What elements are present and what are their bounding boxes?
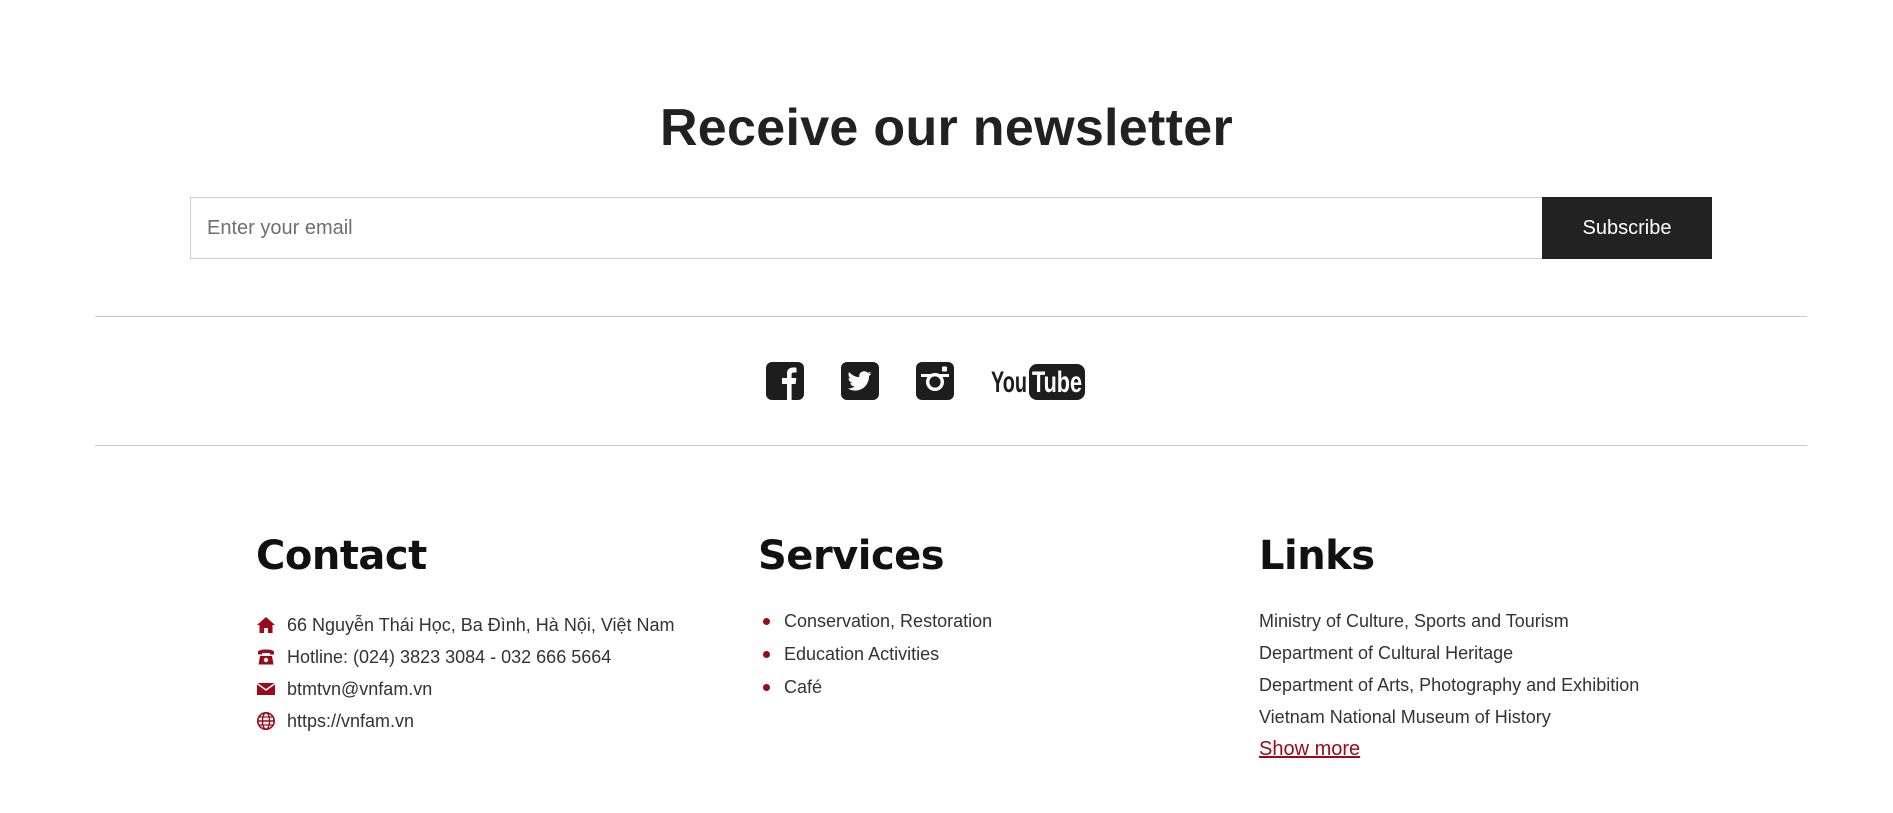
- services-heading: Services: [758, 533, 945, 579]
- service-label: Café: [784, 677, 823, 697]
- list-item: Department of Cultural Heritage: [1259, 637, 1799, 669]
- facebook-link[interactable]: [766, 360, 804, 402]
- bullet: [763, 618, 770, 625]
- list-item: Ministry of Culture, Sports and Tourism: [1259, 605, 1799, 637]
- divider: [95, 316, 1807, 317]
- contact-list: 66 Nguyễn Thái Học, Ba Đình, Hà Nội, Việ…: [256, 609, 816, 737]
- youtube-link[interactable]: You Tube: [991, 360, 1085, 402]
- phone-icon: [256, 647, 276, 667]
- bullet: [763, 684, 770, 691]
- email-input[interactable]: [190, 197, 1542, 259]
- newsletter-title: Receive our newsletter: [659, 99, 1234, 157]
- link-arts-photography[interactable]: Department of Arts, Photography and Exhi…: [1259, 675, 1639, 695]
- contact-website: https://vnfam.vn: [256, 705, 816, 737]
- instagram-link[interactable]: [916, 360, 954, 402]
- link-national-museum-history[interactable]: Vietnam National Museum of History: [1259, 707, 1551, 727]
- bullet: [763, 651, 770, 658]
- contact-hotline-text: Hotline: (024) 3823 3084 - 032 666 5664: [287, 646, 612, 667]
- link-ministry-culture[interactable]: Ministry of Culture, Sports and Tourism: [1259, 611, 1569, 631]
- contact-address-text: 66 Nguyễn Thái Học, Ba Đình, Hà Nội, Việ…: [287, 614, 675, 635]
- youtube-icon: You Tube: [991, 364, 1085, 400]
- contact-address: 66 Nguyễn Thái Học, Ba Đình, Hà Nội, Việ…: [256, 609, 816, 641]
- contact-heading: Contact: [256, 533, 427, 579]
- subscribe-button[interactable]: Subscribe: [1542, 197, 1712, 259]
- links-list: Ministry of Culture, Sports and Tourism …: [1259, 605, 1799, 733]
- service-label: Education Activities: [784, 644, 940, 664]
- service-label: Conservation, Restoration: [784, 611, 993, 631]
- links-column: Links Ministry of Culture, Sports and To…: [1259, 525, 1639, 760]
- youtube-text-tube: Tube: [1032, 366, 1082, 399]
- globe-icon: [256, 711, 276, 731]
- instagram-icon: [916, 362, 954, 400]
- list-item: Vietnam National Museum of History: [1259, 701, 1799, 733]
- list-item[interactable]: Education Activities: [758, 638, 1178, 671]
- links-heading: Links: [1259, 533, 1375, 579]
- contact-email-text: btmtvn@vnfam.vn: [287, 678, 433, 699]
- twitter-icon: [841, 362, 879, 400]
- contact-website-text: https://vnfam.vn: [287, 710, 415, 731]
- mail-icon: [256, 679, 276, 699]
- facebook-icon: [766, 362, 804, 400]
- services-list: Conservation, Restoration Education Acti…: [758, 605, 1178, 704]
- list-item[interactable]: Café: [758, 671, 1178, 704]
- contact-email: btmtvn@vnfam.vn: [256, 673, 816, 705]
- contact-hotline: Hotline: (024) 3823 3084 - 032 666 5664: [256, 641, 816, 673]
- show-more-link[interactable]: Show more: [1259, 738, 1360, 761]
- newsletter-form: Subscribe: [190, 197, 1712, 259]
- home-icon: [256, 615, 276, 635]
- social-links: You Tube: [0, 360, 1893, 402]
- services-column: Services Conservation, Restoration Educa…: [758, 525, 992, 697]
- list-item: Department of Arts, Photography and Exhi…: [1259, 669, 1799, 701]
- divider: [95, 445, 1807, 446]
- youtube-text-you: You: [991, 366, 1027, 399]
- twitter-link[interactable]: [841, 360, 879, 402]
- link-cultural-heritage[interactable]: Department of Cultural Heritage: [1259, 643, 1513, 663]
- contact-column: Contact 66 Nguyễn Thái Học, Ba Đình, Hà …: [256, 525, 675, 731]
- list-item[interactable]: Conservation, Restoration: [758, 605, 1178, 638]
